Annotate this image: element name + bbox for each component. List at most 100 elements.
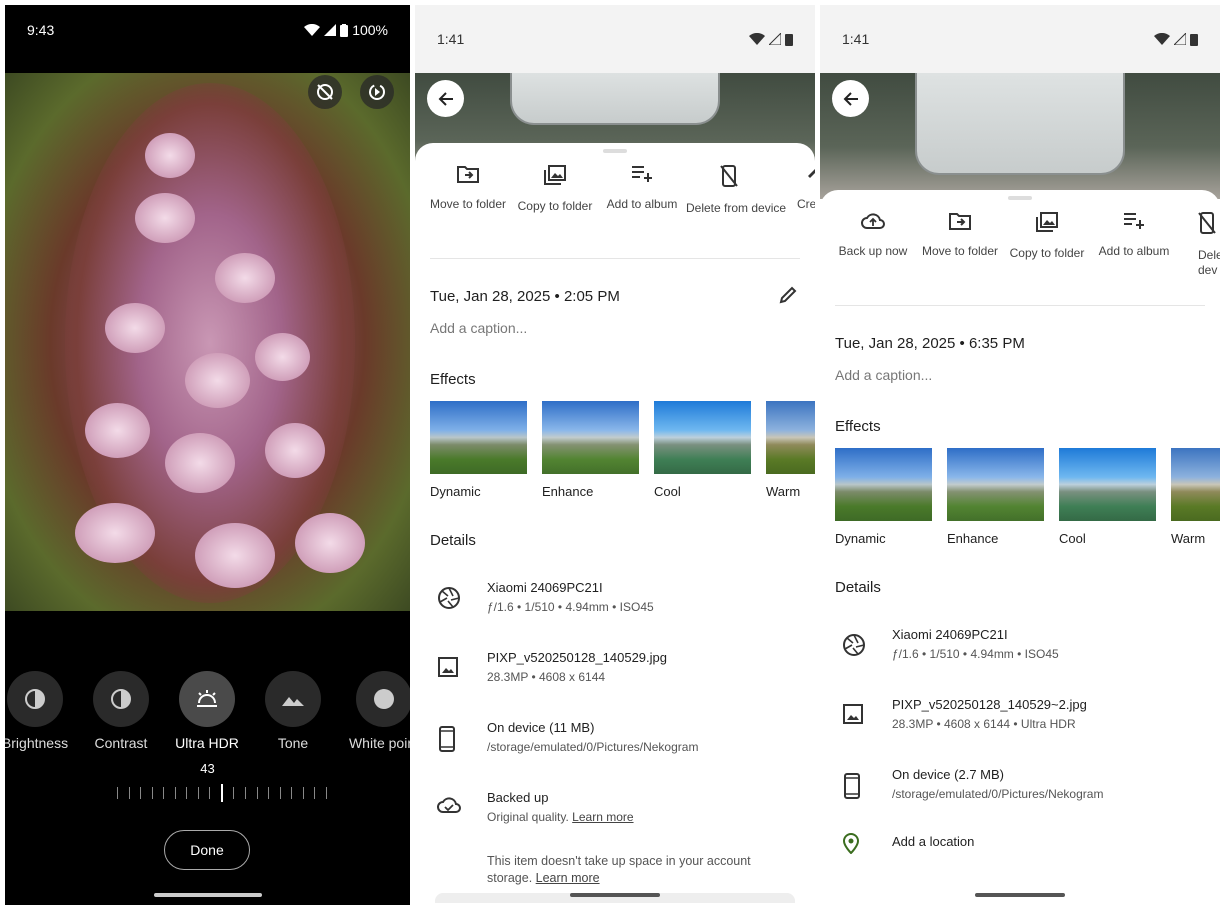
status-time: 1:41 xyxy=(842,31,870,47)
tool-tone[interactable]: Tone xyxy=(258,671,328,751)
effect-label: Dynamic xyxy=(835,531,886,546)
sheet-handle[interactable] xyxy=(1008,196,1032,200)
status-bar: 1:41 xyxy=(820,5,1220,73)
copy-image-icon xyxy=(544,165,566,185)
copy-to-folder-button[interactable]: Copy to folder xyxy=(512,165,598,214)
hdr-icon xyxy=(197,690,217,707)
back-up-now-button[interactable]: Back up now xyxy=(830,212,916,259)
home-indicator xyxy=(975,893,1065,897)
effect-cool[interactable]: Cool xyxy=(654,401,751,499)
adjustment-slider[interactable] xyxy=(117,784,327,802)
move-to-folder-button[interactable]: Move to folder xyxy=(425,165,511,212)
action-label: Back up now xyxy=(838,244,908,258)
action-row: Move to folder Copy to folder Add to alb… xyxy=(415,165,815,261)
action-label: Delete from device xyxy=(686,201,787,215)
status-bar: 9:43 100% xyxy=(5,5,410,55)
status-time: 1:41 xyxy=(437,31,465,47)
photo-datetime[interactable]: Tue, Jan 28, 2025 • 2:05 PM xyxy=(430,288,620,305)
tool-label: Tone xyxy=(277,735,309,751)
storage-title: On device (11 MB) xyxy=(487,720,595,735)
action-label: Move to folder xyxy=(429,197,507,211)
done-button[interactable]: Done xyxy=(164,830,250,870)
storage-path: /storage/emulated/0/Pictures/Nekogram xyxy=(892,787,1104,801)
copy-to-folder-button[interactable]: Copy to folder xyxy=(1004,212,1090,261)
file-specs: 28.3MP • 4608 x 6144 xyxy=(487,670,606,684)
action-label: Cre xyxy=(797,197,815,211)
motion-icon[interactable] xyxy=(360,75,394,109)
effects-heading: Effects xyxy=(430,371,476,388)
effect-label: Enhance xyxy=(542,484,594,499)
battery-percent: 100% xyxy=(352,22,388,38)
effect-thumbnail xyxy=(654,401,751,474)
brightness-icon xyxy=(25,689,45,709)
effect-warm[interactable]: Warm xyxy=(766,401,815,499)
move-folder-icon xyxy=(949,213,971,230)
smartphone-icon xyxy=(844,773,860,799)
effect-label: Enhance xyxy=(947,531,999,546)
effect-enhance[interactable]: Enhance xyxy=(542,401,639,499)
action-label: Copy to folder xyxy=(1009,246,1085,260)
details-heading: Details xyxy=(835,579,881,596)
add-to-album-button[interactable]: Add to album xyxy=(599,165,685,212)
move-folder-icon xyxy=(457,166,479,183)
add-location-link[interactable]: Add a location xyxy=(892,834,974,849)
home-indicator xyxy=(570,893,660,897)
caption-input[interactable]: Add a caption... xyxy=(430,320,527,336)
details-heading: Details xyxy=(430,532,476,549)
effect-thumbnail xyxy=(835,448,932,521)
create-button[interactable]: Cre xyxy=(773,165,815,212)
tool-white-point[interactable]: White point xyxy=(344,671,410,751)
delete-from-device-button[interactable]: Delete from device xyxy=(686,165,786,216)
backup-text: Original quality. xyxy=(487,810,569,824)
add-to-album-button[interactable]: Add to album xyxy=(1091,212,1177,259)
back-button[interactable] xyxy=(832,80,869,117)
compare-icon[interactable] xyxy=(308,75,342,109)
brush-icon xyxy=(808,169,815,178)
effect-label: Cool xyxy=(654,484,681,499)
action-label: Delete dev xyxy=(1198,248,1220,277)
photo-datetime[interactable]: Tue, Jan 28, 2025 • 6:35 PM xyxy=(835,335,1025,352)
effect-thumbnail xyxy=(1171,448,1220,521)
file-name: PIXP_v520250128_140529.jpg xyxy=(487,650,667,665)
phone-delete-icon xyxy=(720,165,738,187)
action-label: Add to album xyxy=(1098,244,1170,258)
image-icon xyxy=(438,657,458,677)
tool-ultra-hdr[interactable]: Ultra HDR xyxy=(172,671,242,751)
white-point-icon xyxy=(374,689,394,709)
effect-warm[interactable]: Warm xyxy=(1171,448,1220,546)
effect-label: Dynamic xyxy=(430,484,481,499)
tool-brightness[interactable]: Brightness xyxy=(5,671,70,751)
phone-delete-icon xyxy=(1198,212,1216,234)
sheet-handle[interactable] xyxy=(603,149,627,153)
effect-thumbnail xyxy=(430,401,527,474)
battery-icon xyxy=(1190,33,1198,46)
effect-cool[interactable]: Cool xyxy=(1059,448,1156,546)
action-label: Add to album xyxy=(606,197,678,211)
learn-more-link[interactable]: Learn more xyxy=(572,810,633,824)
camera-model: Xiaomi 24069PC21I xyxy=(487,580,603,595)
file-name: PIXP_v520250128_140529~2.jpg xyxy=(892,697,1087,712)
contrast-icon xyxy=(111,689,131,709)
effect-enhance[interactable]: Enhance xyxy=(947,448,1044,546)
caption-input[interactable]: Add a caption... xyxy=(835,367,932,383)
edit-pencil-icon[interactable] xyxy=(779,286,797,304)
move-to-folder-button[interactable]: Move to folder xyxy=(917,212,1003,259)
learn-more-link[interactable]: Learn more xyxy=(536,871,600,885)
signal-icon xyxy=(1174,33,1186,45)
space-note-text: This item doesn't take up space in your … xyxy=(487,854,751,885)
flower-photo xyxy=(5,73,410,611)
battery-icon xyxy=(785,33,793,46)
back-button[interactable] xyxy=(427,80,464,117)
effect-dynamic[interactable]: Dynamic xyxy=(430,401,527,499)
effect-thumbnail xyxy=(947,448,1044,521)
wifi-icon xyxy=(749,33,765,45)
tool-contrast[interactable]: Contrast xyxy=(86,671,156,751)
effect-dynamic[interactable]: Dynamic xyxy=(835,448,932,546)
backup-title: Backed up xyxy=(487,790,549,805)
slider-thumb[interactable] xyxy=(220,784,223,802)
aperture-icon xyxy=(843,634,865,656)
copy-image-icon xyxy=(1036,212,1058,232)
camera-model: Xiaomi 24069PC21I xyxy=(892,627,1008,642)
effect-label: Warm xyxy=(1171,531,1206,546)
delete-from-device-button[interactable]: Delete dev xyxy=(1178,212,1220,278)
